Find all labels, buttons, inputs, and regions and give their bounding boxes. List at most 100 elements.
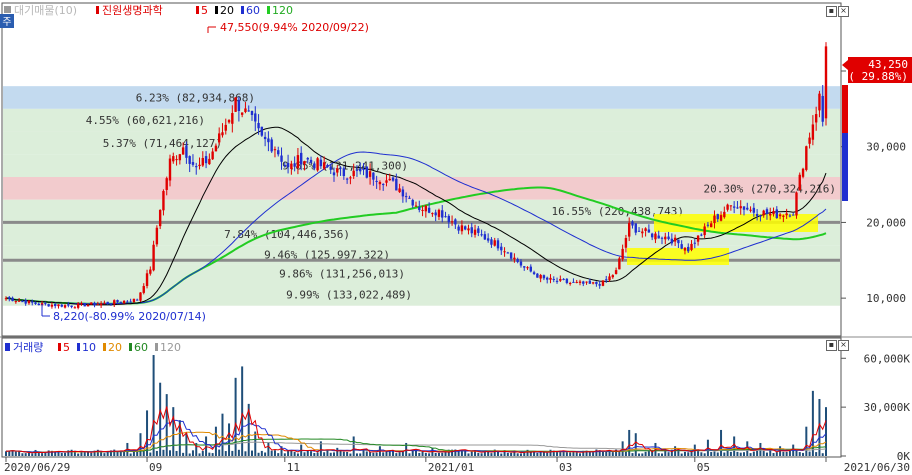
volume-bar bbox=[739, 452, 742, 456]
candle-body bbox=[214, 145, 218, 152]
volume-bar bbox=[756, 450, 759, 456]
candle-body bbox=[572, 281, 575, 283]
candle-body bbox=[585, 281, 588, 283]
volume-bar bbox=[106, 451, 109, 456]
volume-bar bbox=[549, 449, 552, 456]
candle-body bbox=[54, 303, 57, 307]
right-red-bar bbox=[842, 85, 848, 133]
candle-body bbox=[532, 272, 536, 275]
volume-bar bbox=[303, 452, 306, 456]
candle-body bbox=[657, 235, 660, 239]
volume-ma-legend-label: 20 bbox=[108, 341, 122, 354]
volume-bar bbox=[434, 452, 437, 456]
volume-bar bbox=[782, 451, 785, 456]
volume-panel-menu-icon[interactable]: ▪ bbox=[826, 340, 837, 351]
price-panel-close-icon[interactable]: × bbox=[838, 6, 849, 17]
candle-body bbox=[582, 281, 585, 284]
volume-bar bbox=[310, 451, 313, 456]
candle-body bbox=[742, 206, 746, 210]
candle-body bbox=[437, 209, 441, 217]
volume-bar bbox=[795, 450, 798, 456]
volume-bar bbox=[83, 452, 86, 456]
volume-bar bbox=[372, 452, 375, 456]
candle-body bbox=[821, 95, 824, 122]
candle-body bbox=[516, 259, 519, 262]
candle-body bbox=[486, 238, 490, 241]
candle-body bbox=[634, 223, 637, 233]
highlight-box bbox=[654, 214, 818, 232]
volume-bar bbox=[44, 452, 47, 456]
ma-legend-label: 20 bbox=[220, 4, 234, 17]
price-tick-label: 30,000 bbox=[866, 141, 906, 154]
candle-body bbox=[267, 138, 270, 143]
candle-body bbox=[149, 269, 152, 274]
ma-swatch bbox=[267, 6, 270, 14]
volume-bar bbox=[18, 451, 21, 456]
ma-legend-label: 120 bbox=[272, 4, 293, 17]
candle-body bbox=[421, 209, 424, 211]
candle-body bbox=[158, 209, 162, 227]
volume-bar bbox=[749, 453, 752, 456]
candle-body bbox=[191, 162, 195, 165]
price-panel-menu-icon[interactable]: ▪ bbox=[826, 6, 837, 17]
candle-body bbox=[746, 207, 749, 210]
candle-body bbox=[17, 300, 21, 302]
volume-bar bbox=[687, 452, 690, 456]
candle-body bbox=[418, 206, 421, 210]
volume-bar bbox=[490, 453, 493, 456]
overhang-label: 7.84% (104,446,356) bbox=[224, 228, 350, 241]
volume-bar bbox=[214, 426, 217, 456]
candle-body bbox=[349, 177, 352, 179]
volume-bar bbox=[641, 453, 644, 456]
volume-bar bbox=[542, 452, 545, 456]
candle-body bbox=[201, 158, 204, 166]
volume-bar bbox=[733, 436, 736, 456]
legend-toggle-icon[interactable] bbox=[4, 6, 11, 13]
candle-body bbox=[736, 207, 739, 209]
volume-bar bbox=[21, 453, 24, 456]
candle-body bbox=[719, 215, 723, 221]
candle-body bbox=[31, 301, 34, 303]
x-axis: 2020/06/29 09 11 2021/01 03 05 2021/06/30 bbox=[4, 457, 910, 474]
candle-body bbox=[687, 246, 690, 252]
volume-panel-close-icon[interactable]: × bbox=[838, 340, 849, 351]
candle-body bbox=[654, 233, 657, 240]
volume-bar bbox=[536, 452, 539, 456]
volume-bar bbox=[60, 453, 63, 456]
candle-body bbox=[808, 137, 811, 144]
volume-bar bbox=[100, 451, 103, 456]
candle-body bbox=[749, 209, 752, 211]
volume-bar bbox=[208, 452, 211, 456]
candle-body bbox=[34, 302, 37, 304]
volume-bar bbox=[516, 453, 519, 456]
volume-panel bbox=[1, 337, 842, 458]
volume-bar bbox=[723, 452, 726, 456]
overhang-label: 9.86% (131,256,013) bbox=[279, 268, 405, 281]
volume-bar bbox=[595, 449, 598, 456]
volume-bar bbox=[283, 453, 286, 456]
candle-body bbox=[677, 239, 680, 244]
candle-body bbox=[473, 229, 477, 235]
candle-body bbox=[673, 237, 677, 242]
x-tick-label: 2021/06/30 bbox=[844, 461, 910, 474]
candle-body bbox=[365, 166, 368, 178]
volume-bar bbox=[743, 452, 745, 456]
volume-bar bbox=[788, 450, 791, 456]
candle-body bbox=[759, 215, 762, 217]
volume-bar bbox=[149, 452, 152, 456]
volume-bar bbox=[293, 451, 296, 456]
ma-swatch bbox=[241, 6, 244, 14]
candle-body bbox=[414, 205, 418, 207]
volume-bar bbox=[716, 452, 719, 456]
candle-body bbox=[221, 132, 224, 136]
volume-bar bbox=[395, 453, 398, 456]
overhang-label: 6.23% (82,934,868) bbox=[136, 92, 255, 105]
side-tab[interactable]: 주 bbox=[0, 14, 14, 28]
volume-bar bbox=[765, 452, 768, 456]
candle-body bbox=[231, 113, 234, 124]
volume-bar bbox=[556, 451, 559, 456]
volume-bar bbox=[119, 451, 122, 456]
candle-body bbox=[454, 219, 457, 225]
volume-bar bbox=[155, 450, 158, 456]
candle-body bbox=[562, 278, 565, 280]
